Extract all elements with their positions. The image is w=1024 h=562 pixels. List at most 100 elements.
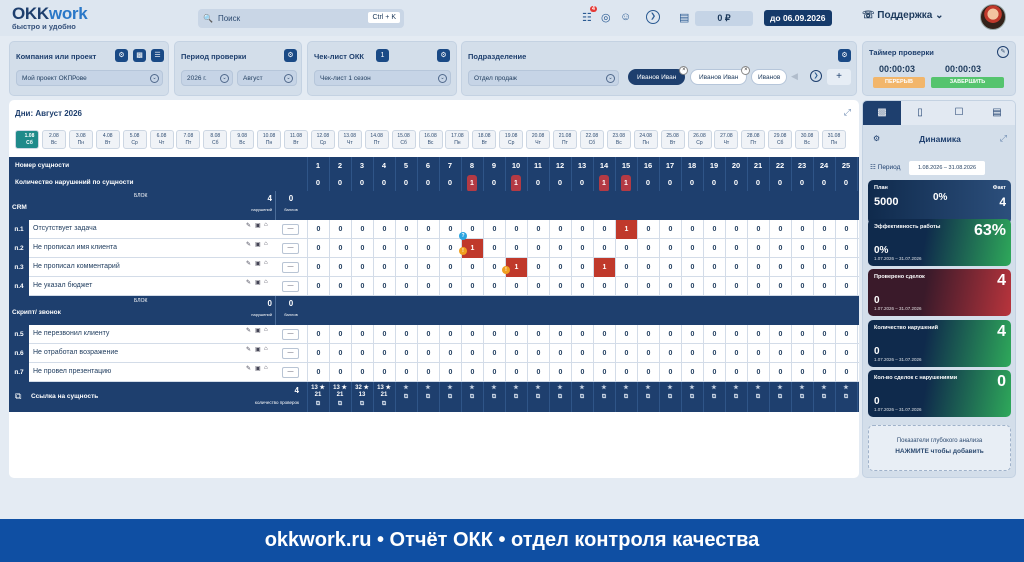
violations-count[interactable]: 0 bbox=[659, 174, 681, 191]
criterion-cell[interactable]: 0 bbox=[396, 258, 417, 277]
entity-link-cell[interactable]: ★ ⧉ bbox=[483, 382, 505, 401]
copy-icon[interactable]: ⧉ bbox=[747, 394, 769, 401]
avatar[interactable] bbox=[980, 4, 1006, 30]
criterion-cell[interactable]: 0 bbox=[792, 239, 813, 258]
star-icon[interactable]: ★ bbox=[615, 385, 637, 392]
copy-icon[interactable]: ⧉ bbox=[681, 394, 703, 401]
criterion-cell[interactable]: 0 bbox=[792, 220, 813, 239]
violations-count[interactable]: 0 bbox=[439, 174, 461, 191]
copy-icon[interactable]: ⧉ bbox=[527, 394, 549, 401]
paint-icon[interactable]: ✎ bbox=[246, 365, 251, 372]
criterion-cell[interactable]: 0 bbox=[374, 344, 395, 363]
criterion-cell[interactable]: 0 bbox=[748, 344, 769, 363]
criterion-cell[interactable]: 0 bbox=[396, 220, 417, 239]
criterion-cell[interactable]: 0 bbox=[638, 258, 659, 277]
criterion-cell[interactable]: 0 bbox=[792, 344, 813, 363]
violations-count[interactable]: 0 bbox=[703, 174, 725, 191]
comment-button[interactable]: — bbox=[282, 262, 299, 273]
employee-chip[interactable]: Иванов Иван × bbox=[628, 66, 689, 85]
paint-icon[interactable]: ✎ bbox=[246, 279, 251, 286]
tab-chat-icon[interactable]: ▯ bbox=[901, 101, 939, 125]
criterion-cell[interactable]: 0 bbox=[726, 325, 747, 344]
criterion-cell[interactable]: 0 bbox=[814, 258, 835, 277]
gear-icon[interactable]: ⚙ bbox=[437, 49, 450, 62]
criterion-cell[interactable]: 0 bbox=[528, 239, 549, 258]
criterion-cell[interactable]: 0 bbox=[814, 277, 835, 296]
criterion-cell[interactable]: 0 bbox=[330, 239, 351, 258]
hierarchy-icon[interactable]: ☰ bbox=[151, 49, 164, 62]
criterion-cell[interactable]: 0 bbox=[550, 258, 571, 277]
warning-marker[interactable]: ! bbox=[459, 247, 467, 255]
finish-button[interactable]: ЗАВЕРШИТЬ bbox=[931, 77, 1004, 88]
day-chip[interactable]: 30.08 Вс bbox=[795, 130, 820, 149]
star-icon[interactable]: ★ bbox=[571, 385, 593, 392]
criterion-cell[interactable]: 0 bbox=[462, 277, 483, 296]
criterion-cell[interactable]: 0 bbox=[638, 239, 659, 258]
criterion-cell[interactable]: 0 bbox=[528, 277, 549, 296]
criterion-cell[interactable]: 0 bbox=[418, 277, 439, 296]
star-icon[interactable]: ★ bbox=[681, 385, 703, 392]
star-icon[interactable]: ★ bbox=[637, 385, 659, 392]
criterion-cell[interactable]: 0 bbox=[418, 220, 439, 239]
criterion-cell[interactable]: 0 bbox=[462, 258, 483, 277]
criterion-cell[interactable]: 0 bbox=[484, 325, 505, 344]
logo[interactable]: OKKwork быстро и удобно bbox=[12, 5, 88, 31]
lock-icon[interactable]: ⌂ bbox=[264, 327, 268, 333]
note-icon[interactable]: ▣ bbox=[255, 241, 261, 248]
criterion-cell[interactable]: 0 bbox=[374, 363, 395, 382]
criterion-cell[interactable]: 0 bbox=[814, 325, 835, 344]
note-icon[interactable]: ▣ bbox=[255, 279, 261, 286]
day-chip[interactable]: 14.08 Пт bbox=[364, 130, 389, 149]
day-chip[interactable]: 10.08 Пн bbox=[257, 130, 282, 149]
criterion-cell[interactable]: 0 bbox=[836, 344, 857, 363]
criterion-cell[interactable]: 0 bbox=[308, 325, 329, 344]
star-icon[interactable]: ★ bbox=[593, 385, 615, 392]
star-icon[interactable]: ★ bbox=[813, 385, 835, 392]
chart-icon[interactable]: ▩ bbox=[133, 49, 146, 62]
day-chip[interactable]: 26.08 Ср bbox=[687, 130, 712, 149]
copy-icon[interactable]: ⧉ bbox=[593, 394, 615, 401]
star-icon[interactable]: ★ bbox=[395, 385, 417, 392]
paint-icon[interactable]: ✎ bbox=[246, 260, 251, 267]
criterion-cell[interactable]: 0 bbox=[418, 325, 439, 344]
violations-count[interactable]: 1 bbox=[615, 174, 637, 192]
gear-icon[interactable]: ⚙ bbox=[284, 49, 297, 62]
copy-icon[interactable]: ⧉ bbox=[637, 394, 659, 401]
criterion-cell[interactable]: 0 bbox=[660, 258, 681, 277]
criterion-cell[interactable]: 0 bbox=[330, 220, 351, 239]
comment-button[interactable]: — bbox=[282, 224, 299, 235]
criterion-cell[interactable]: 0 bbox=[770, 239, 791, 258]
entity-link-cell[interactable]: ★ ⧉ bbox=[725, 382, 747, 401]
star-icon[interactable]: ★ bbox=[791, 385, 813, 392]
forward-icon[interactable]: ❯ bbox=[646, 10, 660, 24]
criterion-cell[interactable]: 0 bbox=[594, 344, 615, 363]
wallet-icon[interactable]: ▤ bbox=[679, 11, 689, 24]
criterion-cell[interactable]: 0 bbox=[704, 258, 725, 277]
lock-icon[interactable]: ⌂ bbox=[264, 260, 268, 266]
criterion-cell[interactable]: 0 bbox=[330, 277, 351, 296]
criterion-cell[interactable]: 0 bbox=[330, 344, 351, 363]
criterion-cell[interactable]: 0 bbox=[660, 325, 681, 344]
criterion-cell[interactable]: 0 bbox=[352, 277, 373, 296]
star-icon[interactable]: ★ bbox=[549, 385, 571, 392]
criterion-cell[interactable]: 0 bbox=[418, 344, 439, 363]
criterion-cell[interactable]: 0 bbox=[726, 239, 747, 258]
criterion-cell[interactable]: 0 bbox=[308, 258, 329, 277]
star-icon[interactable]: ★ bbox=[527, 385, 549, 392]
criterion-cell[interactable]: 0 bbox=[814, 220, 835, 239]
criterion-cell[interactable]: 0 bbox=[352, 220, 373, 239]
entity-link-cell[interactable]: 32 ★ 13 ⧉ bbox=[351, 382, 373, 408]
criterion-cell[interactable]: 0 bbox=[484, 220, 505, 239]
add-employee-button[interactable]: + bbox=[827, 69, 851, 85]
criterion-cell[interactable]: 0 bbox=[704, 325, 725, 344]
star-icon[interactable]: ★ bbox=[769, 385, 791, 392]
copy-icon[interactable]: ⧉ bbox=[571, 394, 593, 401]
criterion-cell[interactable]: 0 bbox=[638, 325, 659, 344]
star-icon[interactable]: ★ bbox=[835, 385, 857, 392]
criterion-cell[interactable]: 0 bbox=[726, 258, 747, 277]
expand-icon[interactable]: ⤢ bbox=[1000, 133, 1007, 144]
criterion-cell[interactable]: 0 bbox=[572, 239, 593, 258]
day-chip[interactable]: 31.08 Пн bbox=[822, 130, 846, 149]
criterion-cell[interactable]: 0 bbox=[330, 363, 351, 382]
period-input[interactable]: 1.08.2026 – 31.08.2026 bbox=[909, 161, 985, 175]
